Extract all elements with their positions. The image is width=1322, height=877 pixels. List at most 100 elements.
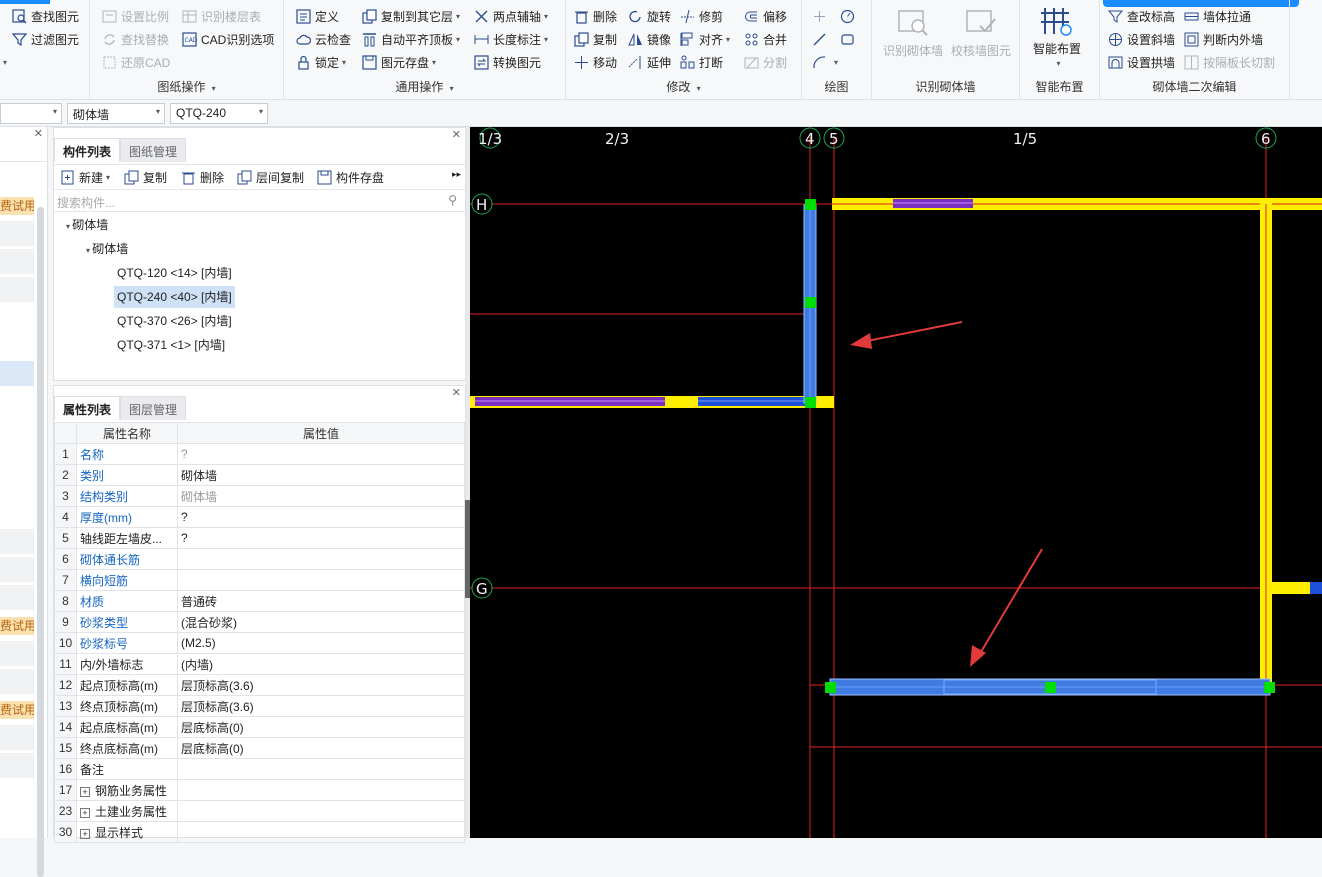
cloud-check-button[interactable]: 云检查 bbox=[296, 29, 351, 49]
property-value[interactable]: 层顶标高(3.6) bbox=[177, 695, 465, 717]
table-row[interactable]: 4 厚度(mm)? bbox=[54, 506, 465, 528]
nav-item[interactable] bbox=[0, 277, 34, 302]
left-scrollbar[interactable] bbox=[37, 207, 44, 877]
property-value[interactable]: 层底标高(0) bbox=[177, 716, 465, 738]
property-value[interactable]: (内墙) bbox=[177, 653, 465, 675]
table-row[interactable]: 16 备注 bbox=[54, 758, 465, 780]
property-value[interactable]: 层顶标高(3.6) bbox=[177, 674, 465, 696]
nav-item[interactable] bbox=[0, 753, 34, 778]
property-value[interactable]: 普通砖 bbox=[177, 590, 465, 612]
group-title-general-ops[interactable]: 通用操作 ▾ bbox=[284, 78, 565, 95]
property-value[interactable]: ? bbox=[177, 527, 465, 549]
filter-element-button[interactable]: 过滤图元 bbox=[12, 29, 79, 49]
table-row[interactable]: 15 终点底标高(m) 层底标高(0) bbox=[54, 737, 465, 759]
lock-button[interactable]: 锁定 ▾ bbox=[296, 52, 346, 72]
search-icon[interactable]: ⚲ bbox=[448, 193, 457, 207]
table-row[interactable]: 17 + 钢筋业务属性 bbox=[54, 779, 465, 801]
group-expand-caret[interactable]: ▾ bbox=[0, 52, 7, 72]
trial-badge[interactable]: 费试用 bbox=[0, 197, 34, 215]
property-value[interactable]: (M2.5) bbox=[177, 632, 465, 654]
move-button[interactable]: 移动 bbox=[574, 52, 617, 72]
property-value[interactable]: (混合砂浆) bbox=[177, 611, 465, 633]
table-row[interactable]: 8 材质 普通砖 bbox=[54, 590, 465, 612]
property-value[interactable] bbox=[177, 821, 465, 843]
close-icon[interactable]: ✕ bbox=[34, 127, 43, 140]
smart-layout-caret[interactable]: ▾ bbox=[1027, 59, 1090, 68]
tab-drawing-management[interactable]: 图纸管理 bbox=[120, 138, 187, 162]
property-value[interactable]: 层底标高(0) bbox=[177, 737, 465, 759]
wall-blue-right[interactable] bbox=[1310, 582, 1322, 594]
nav-item[interactable] bbox=[0, 669, 34, 694]
trial-badge[interactable]: 费试用 bbox=[0, 617, 34, 635]
table-row[interactable]: 5 轴线距左墙皮...? bbox=[54, 527, 465, 549]
grip-handle[interactable] bbox=[805, 199, 816, 210]
draw-point-button[interactable] bbox=[812, 6, 831, 26]
table-row[interactable]: 9 砂浆类型 (混合砂浆) bbox=[54, 611, 465, 633]
group-title-modify[interactable]: 修改 ▾ bbox=[566, 78, 801, 95]
expand-icon[interactable]: + bbox=[80, 828, 90, 839]
component-select[interactable]: QTQ-240 ▾ bbox=[170, 103, 268, 124]
selected-wall-horizontal[interactable] bbox=[825, 678, 1275, 696]
check-wall-button[interactable]: 校核墙图元 bbox=[946, 8, 1016, 59]
nav-item[interactable] bbox=[0, 585, 34, 610]
set-slant-wall-button[interactable]: 设置斜墙 bbox=[1108, 29, 1175, 49]
tree-item-selected[interactable]: QTQ-240 <40> [内墙] bbox=[114, 286, 235, 308]
close-icon[interactable]: ✕ bbox=[452, 128, 461, 141]
close-icon[interactable]: ✕ bbox=[452, 386, 461, 399]
set-scale-button[interactable]: 设置比例 bbox=[102, 6, 169, 26]
delete-button[interactable]: 删除 bbox=[574, 6, 617, 26]
property-value[interactable]: 砌体墙 bbox=[177, 485, 465, 507]
delete-component-button[interactable]: 删除 bbox=[181, 169, 224, 186]
tree-root[interactable]: ▾ 砌体墙 bbox=[66, 214, 108, 236]
property-value[interactable]: ? bbox=[177, 506, 465, 528]
table-row[interactable]: 23 + 土建业务属性 bbox=[54, 800, 465, 822]
element-save-button[interactable]: 图元存盘 ▾ bbox=[362, 52, 436, 72]
break-button[interactable]: 打断 bbox=[680, 52, 723, 72]
table-row[interactable]: 1 名称? bbox=[54, 443, 465, 465]
table-row[interactable]: 2 类别 砌体墙 bbox=[54, 464, 465, 486]
property-value[interactable] bbox=[177, 569, 465, 591]
trial-badge[interactable]: 费试用 bbox=[0, 701, 34, 719]
tab-layer-management[interactable]: 图层管理 bbox=[120, 396, 187, 420]
draw-circle-button[interactable] bbox=[840, 6, 859, 26]
property-value[interactable]: ? bbox=[177, 443, 465, 465]
set-arch-wall-button[interactable]: 设置拱墙 bbox=[1108, 52, 1175, 72]
two-point-axis-button[interactable]: 两点辅轴 ▾ bbox=[474, 6, 548, 26]
copy-button[interactable]: 复制 bbox=[574, 29, 617, 49]
property-value[interactable] bbox=[177, 758, 465, 780]
split-button[interactable]: 分割 bbox=[744, 52, 787, 72]
nav-item[interactable] bbox=[0, 221, 34, 246]
table-row[interactable]: 14 起点底标高(m) 层底标高(0) bbox=[54, 716, 465, 738]
tab-property-list[interactable]: 属性列表 bbox=[54, 396, 121, 420]
floor-select[interactable]: ▾ bbox=[0, 103, 62, 124]
tab-component-list[interactable]: 构件列表 bbox=[54, 138, 121, 162]
table-row[interactable]: 7 横向短筋 bbox=[54, 569, 465, 591]
restore-cad-button[interactable]: 还原CAD bbox=[102, 52, 170, 72]
draw-arc-button[interactable]: ▾ bbox=[812, 52, 838, 72]
expand-icon[interactable]: + bbox=[80, 807, 90, 818]
property-value[interactable] bbox=[177, 800, 465, 822]
wall-extend-button[interactable]: 墙体拉通 bbox=[1184, 6, 1251, 26]
length-dimension-button[interactable]: 长度标注 ▾ bbox=[474, 29, 548, 49]
draw-rect-button[interactable] bbox=[840, 29, 859, 49]
grip-handle[interactable] bbox=[825, 682, 836, 693]
tree-item[interactable]: QTQ-370 <26> [内墙] bbox=[117, 310, 232, 332]
copy-component-button[interactable]: 复制 bbox=[124, 169, 167, 186]
align-button[interactable]: 对齐 ▾ bbox=[680, 29, 730, 49]
table-row[interactable]: 11 内/外墙标志 (内墙) bbox=[54, 653, 465, 675]
tree-item[interactable]: QTQ-371 <1> [内墙] bbox=[117, 334, 225, 356]
table-row[interactable]: 30 + 显示样式 bbox=[54, 821, 465, 843]
auto-align-slab-button[interactable]: 自动平齐顶板 ▾ bbox=[362, 29, 460, 49]
convert-element-button[interactable]: 转换图元 bbox=[474, 52, 541, 72]
nav-item[interactable] bbox=[0, 641, 34, 666]
find-replace-button[interactable]: 查找替换 bbox=[102, 29, 169, 49]
nav-item[interactable] bbox=[0, 725, 34, 750]
smart-layout-button[interactable]: 智能布置 ▾ bbox=[1024, 6, 1090, 68]
identify-floor-table-button[interactable]: 识别楼层表 bbox=[182, 6, 261, 26]
rotate-button[interactable]: 旋转 bbox=[628, 6, 671, 26]
tree-item[interactable]: QTQ-120 <14> [内墙] bbox=[117, 262, 232, 284]
table-row[interactable]: 13 终点顶标高(m) 层顶标高(3.6) bbox=[54, 695, 465, 717]
nav-item[interactable] bbox=[0, 249, 34, 274]
cad-options-button[interactable]: CAD CAD识别选项 bbox=[182, 29, 274, 49]
judge-inner-outer-button[interactable]: 判断内外墙 bbox=[1184, 29, 1263, 49]
